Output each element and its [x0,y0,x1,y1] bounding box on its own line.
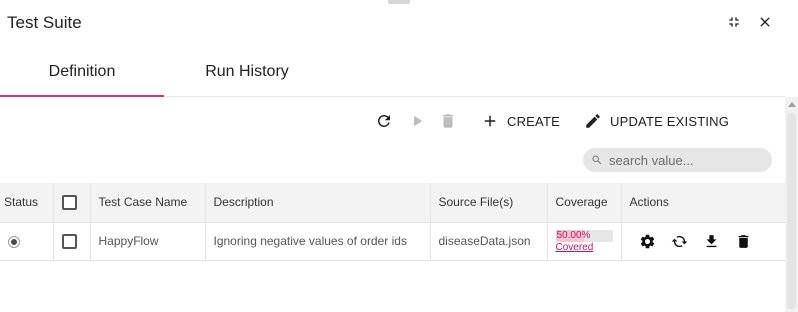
play-icon[interactable] [407,111,427,131]
scroll-up-icon[interactable] [788,102,796,107]
vertical-scrollbar[interactable] [785,97,798,312]
select-all-checkbox[interactable] [61,194,77,210]
tab-run-history[interactable]: Run History [164,48,330,96]
pencil-icon [586,114,600,128]
update-existing-button[interactable]: UPDATE EXISTING [584,108,729,134]
select-cell [53,222,91,261]
column-header-description[interactable]: Description [205,183,431,223]
test-case-name: HappyFlow [90,222,206,261]
coverage-cell: 50.00% Covered [547,222,622,261]
rerun-icon[interactable] [670,231,690,251]
delete-icon[interactable] [438,111,458,131]
delete-row-icon[interactable] [734,231,754,251]
create-button[interactable]: CREATE [481,108,560,134]
tab-bar: Definition Run History [0,48,785,97]
column-header-source-files[interactable]: Source File(s) [430,183,548,223]
actions-cell [621,222,785,261]
search-icon [592,155,602,165]
download-icon[interactable] [702,231,722,251]
settings-gear-icon[interactable] [638,231,658,251]
scrollbar-thumb[interactable] [787,113,796,309]
column-header-actions: Actions [621,183,785,223]
coverage-bar: 50.00% [555,230,613,242]
tab-run-history-label: Run History [205,63,289,80]
window-title: Test Suite [7,13,82,32]
source-file: diseaseData.json [430,222,548,261]
column-header-status[interactable]: Status [0,183,54,223]
update-existing-button-label: UPDATE EXISTING [610,113,730,129]
test-case-table: Status Test Case Name Description Source… [0,183,785,261]
test-case-description: Ignoring negative values of order ids [205,222,431,261]
search-input[interactable] [609,152,759,168]
column-header-test-case-name[interactable]: Test Case Name [90,183,206,223]
search-box [583,148,772,172]
refresh-icon[interactable] [374,111,394,131]
collapse-icon[interactable] [724,12,744,32]
column-header-select [53,183,91,223]
table-header-row: Status Test Case Name Description Source… [0,183,785,223]
drag-handle[interactable] [388,0,410,4]
plus-icon [484,115,496,127]
tab-definition[interactable]: Definition [0,48,164,97]
status-cell [0,222,54,261]
coverage-link[interactable]: Covered [556,242,621,254]
table-row[interactable]: HappyFlow Ignoring negative values of or… [0,222,785,261]
close-icon[interactable] [755,12,775,32]
coverage-percent: 50.00% [556,230,591,241]
row-checkbox[interactable] [61,233,77,249]
status-indicator [8,236,20,248]
create-button-label: CREATE [507,113,560,129]
column-header-coverage[interactable]: Coverage [547,183,622,223]
tab-definition-label: Definition [48,63,116,80]
